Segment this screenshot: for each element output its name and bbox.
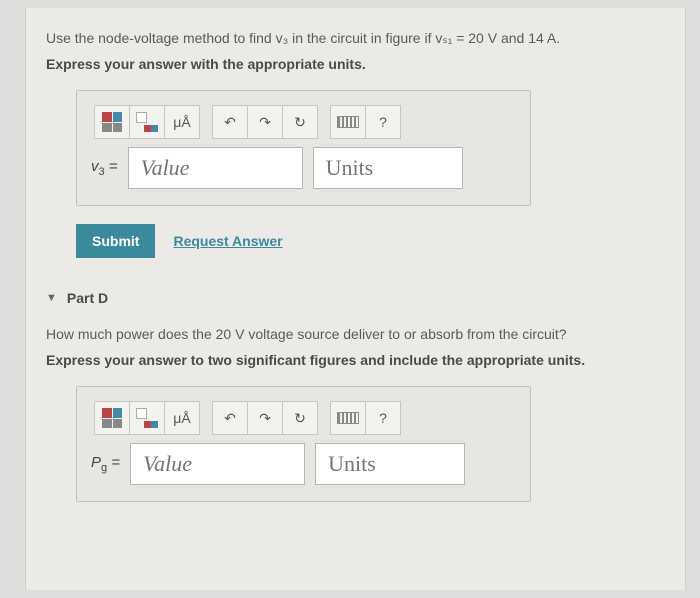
subscript-icon: [136, 112, 158, 132]
request-answer-link[interactable]: Request Answer: [173, 233, 282, 249]
partD-var-label: Pg =: [91, 454, 120, 474]
reset-button[interactable]: ↻: [282, 401, 318, 435]
template-icon: [102, 408, 122, 428]
units-button[interactable]: μÅ: [164, 105, 200, 139]
subscript-button[interactable]: [129, 401, 165, 435]
template-picker-button[interactable]: [94, 401, 130, 435]
redo-button[interactable]: ↷: [247, 105, 283, 139]
partC-toolbar: μÅ ↶ ↷ ↻ ?: [94, 105, 516, 139]
partC-submit-row: Submit Request Answer: [76, 224, 665, 258]
partD-question: How much power does the 20 V voltage sou…: [46, 324, 665, 345]
help-button[interactable]: ?: [365, 401, 401, 435]
value-input[interactable]: [128, 147, 303, 189]
keyboard-icon: [337, 116, 359, 128]
help-button[interactable]: ?: [365, 105, 401, 139]
template-icon: [102, 112, 122, 132]
partC-var-label: v3 =: [91, 158, 118, 178]
subscript-button[interactable]: [129, 105, 165, 139]
partD-title: Part D: [67, 290, 108, 306]
value-input[interactable]: [130, 443, 305, 485]
partD-instruction: Express your answer to two significant f…: [46, 350, 665, 371]
page-container: Use the node-voltage method to find v₃ i…: [25, 8, 686, 590]
partD-toolbar: μÅ ↶ ↷ ↻ ?: [94, 401, 516, 435]
units-button[interactable]: μÅ: [164, 401, 200, 435]
caret-down-icon: ▼: [46, 292, 57, 304]
partD-input-row: Pg =: [91, 443, 516, 485]
redo-button[interactable]: ↷: [247, 401, 283, 435]
partD-header[interactable]: ▼ Part D: [46, 290, 665, 306]
partC-input-row: v3 =: [91, 147, 516, 189]
partC-question: Use the node-voltage method to find v₃ i…: [46, 28, 665, 49]
keyboard-button[interactable]: [330, 105, 366, 139]
partD-answer-box: μÅ ↶ ↷ ↻ ? Pg =: [76, 386, 531, 502]
reset-button[interactable]: ↻: [282, 105, 318, 139]
units-input[interactable]: [313, 147, 463, 189]
undo-button[interactable]: ↶: [212, 401, 248, 435]
partC-instruction: Express your answer with the appropriate…: [46, 54, 665, 75]
partC-answer-box: μÅ ↶ ↷ ↻ ? v3 =: [76, 90, 531, 206]
units-input[interactable]: [315, 443, 465, 485]
subscript-icon: [136, 408, 158, 428]
keyboard-icon: [337, 412, 359, 424]
submit-button[interactable]: Submit: [76, 224, 155, 258]
undo-button[interactable]: ↶: [212, 105, 248, 139]
keyboard-button[interactable]: [330, 401, 366, 435]
template-picker-button[interactable]: [94, 105, 130, 139]
